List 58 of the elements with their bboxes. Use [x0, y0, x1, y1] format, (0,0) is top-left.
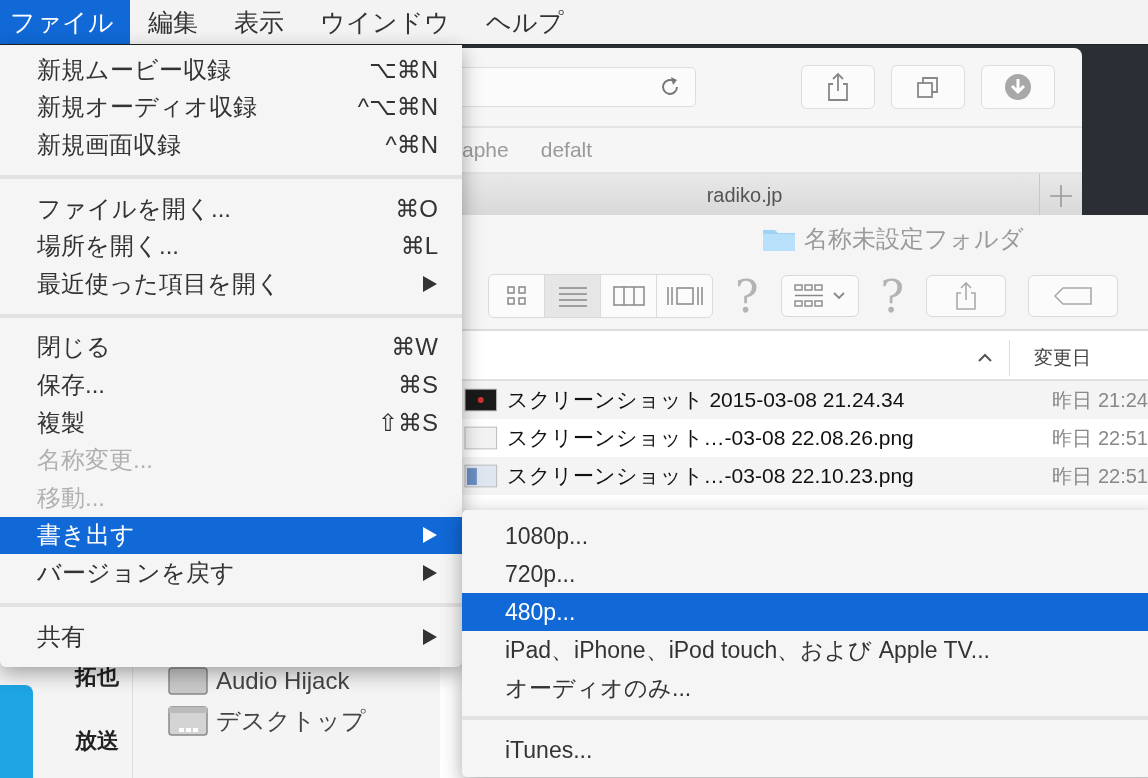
menu-item[interactable]: 480p... — [462, 593, 1148, 631]
arrange-icon — [793, 284, 824, 308]
file-name[interactable]: スクリーンショット…-03-08 22.10.23.png — [497, 462, 1051, 490]
thumbnail-icon — [464, 425, 498, 451]
menu-item[interactable]: 720p... — [462, 555, 1148, 593]
menu-bar-item[interactable]: 編集 — [130, 0, 216, 44]
sidebar-item[interactable]: Audio Hijack — [168, 667, 350, 695]
thumbnail-icon — [464, 387, 498, 413]
menu-item[interactable]: 閉じる ⌘W — [0, 328, 462, 367]
date-cell-text: 昨日 22:51 — [1052, 425, 1148, 451]
tabs-button[interactable] — [891, 65, 965, 109]
menu-item[interactable]: 新規ムービー収録 ⌥⌘N — [0, 51, 462, 89]
menu-item[interactable]: 新規画面収録 ^⌘N — [0, 126, 462, 164]
chevron-down-icon — [831, 291, 846, 301]
contact-text: 拓也 — [75, 663, 119, 691]
share-icon — [825, 72, 851, 102]
menu-item[interactable]: 場所を開く... ⌘L — [0, 227, 462, 265]
tag-button[interactable] — [1028, 275, 1119, 317]
sidebar-item[interactable]: デスクトップ — [168, 705, 366, 737]
menu-bar-item[interactable]: ファイル — [0, 0, 130, 44]
list-icon — [557, 285, 588, 307]
menu-item[interactable]: iTunes... — [462, 731, 1148, 769]
file-name[interactable]: スクリーンショット 2015-03-08 21.24.34 — [497, 386, 1051, 414]
columns-icon — [612, 286, 645, 306]
share-button[interactable] — [801, 65, 875, 109]
menu-item[interactable]: ファイルを開く... ⌘O — [0, 189, 462, 228]
column-header[interactable]: 変更日 — [1009, 340, 1091, 376]
grid-icon — [505, 285, 528, 307]
contact-text: 放送 — [75, 727, 119, 755]
tag-icon — [1053, 286, 1094, 306]
menu-item[interactable]: 1080p... — [462, 517, 1148, 555]
thumbnail-icon — [464, 463, 498, 489]
menu-item[interactable]: バージョンを戻す — [0, 554, 462, 592]
tabs-icon — [915, 74, 941, 100]
download-icon — [1003, 72, 1033, 102]
date-cell-text: 昨日 21:24 — [1052, 387, 1148, 413]
download-button[interactable] — [981, 65, 1055, 109]
sort-caret-icon[interactable] — [977, 353, 993, 363]
date-cell-text: 昨日 22:51 — [1052, 463, 1148, 489]
plus-icon — [1049, 183, 1073, 208]
menu-item[interactable]: 共有 — [0, 617, 462, 656]
menu-item[interactable]: 書き出す — [0, 516, 462, 555]
view-mode-button[interactable] — [544, 275, 600, 317]
menu-item[interactable]: 複製 ⇧⌘S — [0, 403, 462, 442]
share-button[interactable] — [926, 275, 1007, 317]
menu-item[interactable]: iPad、iPhone、iPod touch、および Apple TV... — [462, 631, 1148, 669]
menu-item[interactable]: 最近使った項目を開く — [0, 264, 462, 303]
menu-bar-item[interactable]: ウインドウ — [302, 0, 468, 44]
menu-bar-item[interactable]: ヘルプ — [468, 0, 582, 44]
menu-item[interactable]: 保存... ⌘S — [0, 366, 462, 404]
window-title: 名称未設定フォルダ — [804, 224, 1024, 254]
menu-item[interactable]: 新規オーディオ収録 ^⌥⌘N — [0, 88, 462, 127]
menu-bar-item[interactable]: 表示 — [216, 0, 302, 44]
menu-item[interactable]: オーディオのみ... — [462, 669, 1148, 707]
arrange-button[interactable] — [780, 275, 859, 317]
file-name[interactable]: スクリーンショット…-03-08 22.08.26.png — [497, 424, 1051, 452]
desktop-icon — [168, 706, 208, 736]
cover-flow-icon — [665, 285, 704, 307]
